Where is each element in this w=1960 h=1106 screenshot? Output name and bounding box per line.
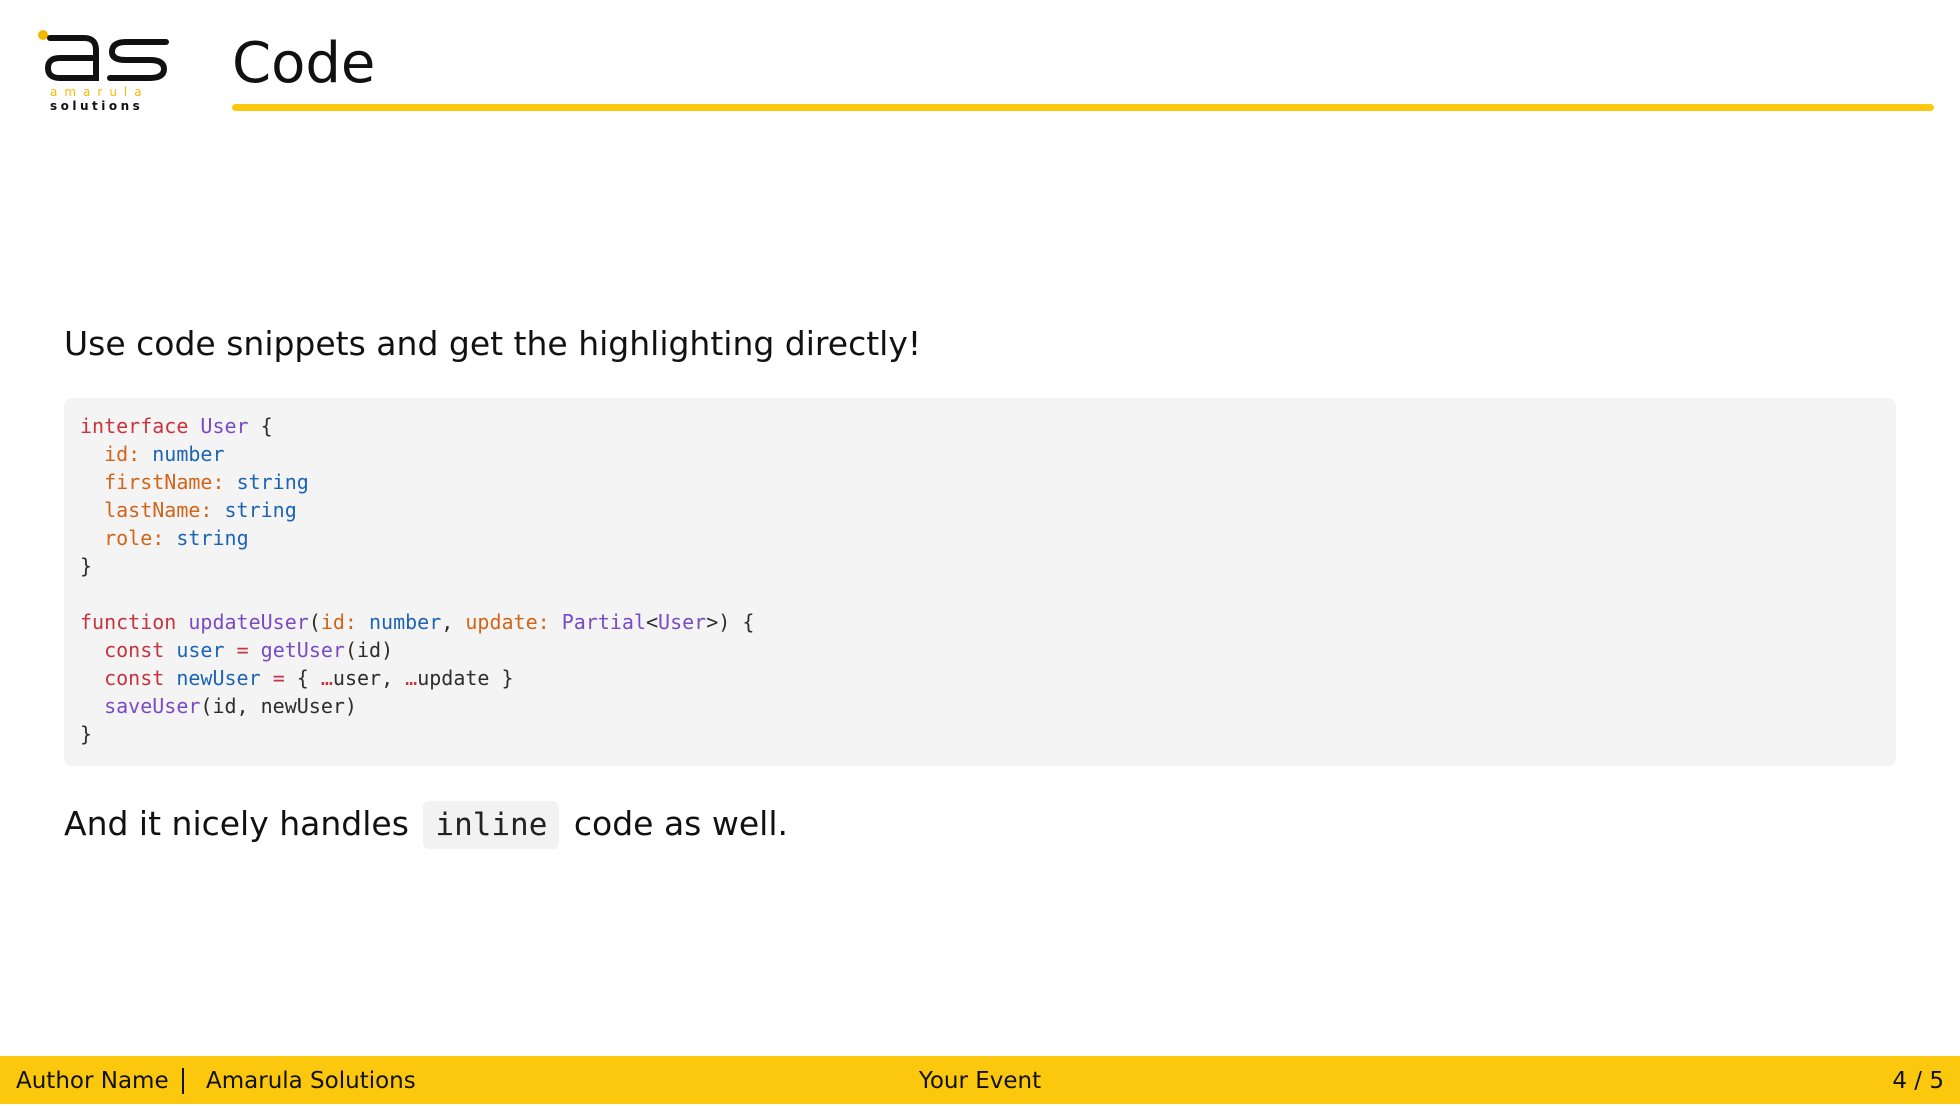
code-block: interface User { id: number firstName: s… [64,398,1896,766]
code-token: User [200,414,249,438]
code-token: Partial [561,610,646,634]
code-line: function updateUser(id: number, update: … [80,608,1880,636]
code-token: … [320,666,333,690]
code-token: firstName: [104,470,225,494]
logo-text-solutions: solutions [50,99,144,113]
code-token: (id) [344,638,394,662]
code-line: role: string [80,524,1880,552]
code-token: >) { [706,610,755,634]
footer-page-number: 4 / 5 [1892,1068,1944,1094]
code-line: id: number [80,440,1880,468]
code-token: lastName: [104,498,213,522]
code-line: } [80,720,1880,748]
code-line: const user = getUser(id) [80,636,1880,664]
code-token: const [104,638,177,662]
code-token: { [248,414,273,438]
code-token: function [80,610,189,634]
code-token: … [405,666,418,690]
intro-text: Use code snippets and get the highlighti… [64,324,922,363]
code-token: role: [104,526,165,550]
code-token: ( [308,610,321,634]
code-token: newUser [176,666,261,690]
logo-mark-icon [38,30,169,81]
footer-bar: Author Name Amarula Solutions Your Event… [0,1056,1960,1104]
code-token: updateUser [188,610,309,634]
code-line: lastName: string [80,496,1880,524]
code-token: update: [465,610,550,634]
code-token: interface [80,414,201,438]
code-line: } [80,552,1880,580]
outro-text-before: And it nicely handles [64,804,409,843]
code-line: interface User { [80,412,1880,440]
code-token: number [369,610,442,634]
code-line: firstName: string [80,468,1880,496]
code-token: = [236,638,249,662]
code-token: (id, newUser) [200,694,357,718]
code-token: const [104,666,177,690]
page-title: Code [232,31,376,96]
code-token: User [658,610,707,634]
title-underline [232,104,1934,111]
code-token: } [80,554,93,578]
outro-text: And it nicely handles inline code as wel… [64,800,788,849]
code-token: } [80,722,93,746]
code-line: saveUser(id, newUser) [80,692,1880,720]
code-token: < [646,610,659,634]
inline-code-sample: inline [423,801,560,849]
code-token: user [176,638,225,662]
code-token: = [272,666,285,690]
code-token: user, [332,666,406,690]
code-token: id: [104,442,141,466]
code-token: string [224,498,297,522]
code-token: id: [320,610,357,634]
code-token: { [284,666,321,690]
code-token: , [441,610,466,634]
code-token: number [152,442,225,466]
code-token: string [236,470,309,494]
code-token: string [176,526,249,550]
code-token: getUser [260,638,345,662]
company-logo: amarula solutions [38,30,174,114]
outro-text-after: code as well. [573,804,788,843]
footer-event: Your Event [918,1068,1042,1094]
code-line: const newUser = { …user, …update } [80,664,1880,692]
code-token: update } [417,666,514,690]
logo-text-amarula: amarula [50,85,149,99]
code-token: saveUser [104,694,201,718]
